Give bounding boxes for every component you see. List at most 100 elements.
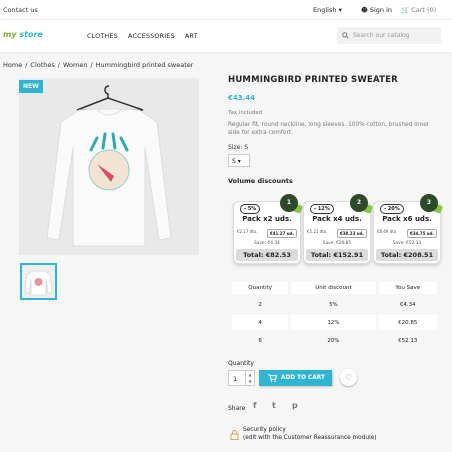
pack-unit-price: €34.75 ud. xyxy=(406,229,437,238)
nav-item-clothes[interactable]: CLOTHES xyxy=(87,32,118,40)
language-label: English xyxy=(313,6,337,14)
pack-old-unit: €2.17 dto. xyxy=(237,229,258,234)
cart-icon xyxy=(268,374,277,382)
nav-item-art[interactable]: ART xyxy=(185,32,198,40)
facebook-icon[interactable]: f xyxy=(253,401,256,410)
size-select[interactable]: S ▾ xyxy=(228,154,250,167)
volume-discounts-heading: Volume discounts xyxy=(228,177,293,185)
twitter-icon[interactable]: t xyxy=(272,401,276,410)
breadcrumb-women[interactable]: Women xyxy=(63,61,87,69)
nav-item-accessories[interactable]: ACCESSORIES xyxy=(128,32,175,40)
column-header: Quantity xyxy=(228,279,292,297)
breadcrumb-home[interactable]: Home xyxy=(3,61,22,69)
language-selector[interactable]: English ▾ xyxy=(313,6,342,14)
pack-card[interactable]: - 20% 3 Pack x6 uds. €8.69 dto. €34.75 ud… xyxy=(373,194,444,264)
pack-save: Save: €20.85 xyxy=(322,241,352,246)
wishlist-button[interactable]: ♡ xyxy=(340,369,357,386)
contact-link[interactable]: Contact us xyxy=(3,6,38,14)
table-cell: 20% xyxy=(288,330,379,351)
table-cell: €4.34 xyxy=(375,294,441,315)
product-price: €43.44 xyxy=(228,94,256,102)
column-header: You Save xyxy=(375,279,441,297)
pack-title: Pack x4 uds. xyxy=(312,215,362,223)
money-bag-icon: 3 xyxy=(420,194,438,212)
product-title: HUMMINGBIRD PRINTED SWEATER xyxy=(228,75,398,85)
quantity-value: 1 xyxy=(233,375,238,383)
logo[interactable]: my store xyxy=(3,30,43,39)
pack-units: €2.17 dto. €41.27 ud. xyxy=(237,229,297,238)
caret-down-icon: ▾ xyxy=(338,6,342,14)
breadcrumb: Home / Clothes / Women / Hummingbird printed s… xyxy=(3,61,194,69)
add-to-cart-button[interactable]: ADD TO CART xyxy=(259,370,332,386)
money-bag-icon: 1 xyxy=(280,194,298,212)
pack-total: Total: €208.51 xyxy=(376,249,438,261)
thumbnail-image xyxy=(24,270,53,296)
pack-save: Save: €4.34 xyxy=(254,241,280,246)
pack-discount: - 12% xyxy=(310,204,334,214)
table-cell: 12% xyxy=(288,312,379,333)
chevron-down-icon[interactable]: ▼ xyxy=(246,378,254,385)
column-header: Unit discount xyxy=(288,279,379,297)
product-description: Regular fit, round neckline, long sleeve… xyxy=(228,122,430,136)
stepper-arrows[interactable]: ▲ ▼ xyxy=(245,371,254,385)
heart-icon: ♡ xyxy=(344,373,353,382)
share-label: Share xyxy=(228,405,246,412)
pack-units: €8.69 dto. €34.75 ud. xyxy=(377,229,437,238)
table-cell: 2 xyxy=(228,294,292,315)
pack-total: Total: €82.53 xyxy=(236,249,298,261)
table-cell: 6 xyxy=(228,330,292,351)
money-bag-icon: 2 xyxy=(350,194,368,212)
pack-units: €5.21 dto. €38.23 ud. xyxy=(307,229,367,238)
reassurance-title: Security policy xyxy=(243,427,286,433)
search-input[interactable]: Search our catalog xyxy=(337,27,441,44)
search-placeholder: Search our catalog xyxy=(353,32,410,39)
pack-total: Total: €152.91 xyxy=(306,249,368,261)
table-cell: 4 xyxy=(228,312,292,333)
reassurance-note: (edit with the Customer Reassurance modu… xyxy=(243,434,377,441)
pack-card[interactable]: - 5% 1 Pack x2 uds. €2.17 dto. €41.27 ud.… xyxy=(233,194,304,264)
table-row: 2 5% €4.34 xyxy=(228,294,441,315)
quantity-stepper[interactable]: 1 ▲ ▼ xyxy=(228,370,255,386)
breadcrumb-current: Hummingbird printed sweater xyxy=(95,61,194,69)
pinterest-icon[interactable]: p xyxy=(292,401,298,410)
cart-label: Cart (0) xyxy=(411,6,437,14)
caret-down-icon: ▾ xyxy=(237,158,241,165)
size-label: Size: S xyxy=(228,144,249,151)
table-row: 6 20% €52.13 xyxy=(228,330,441,351)
tax-label: Tax included xyxy=(228,110,263,116)
product-image[interactable] xyxy=(19,78,199,255)
pack-title: Pack x2 uds. xyxy=(242,215,292,223)
lock-icon xyxy=(230,430,239,440)
cart-link[interactable]: 🛒 Cart (0) xyxy=(401,6,436,14)
sweater-image xyxy=(46,85,172,247)
table-cell: €20.85 xyxy=(375,312,441,333)
size-value: S xyxy=(232,158,236,165)
quantity-label: Quantity xyxy=(228,360,254,367)
cart-icon: 🛒 xyxy=(401,6,410,14)
new-badge: NEW xyxy=(19,80,43,93)
pack-unit-price: €38.23 ud. xyxy=(336,229,367,238)
thumbnail[interactable] xyxy=(20,263,57,300)
table-row: 4 12% €20.85 xyxy=(228,312,441,333)
discount-table: Quantity Unit discount You Save 2 5% €4.… xyxy=(228,279,441,351)
main-nav: CLOTHES ACCESSORIES ART xyxy=(87,32,206,40)
top-bar: Contact us English ▾ ☻ Sign in 🛒 Cart (0… xyxy=(0,0,452,20)
table-cell: €52.13 xyxy=(375,330,441,351)
pack-discount: - 20% xyxy=(380,204,404,214)
signin-label: Sign in xyxy=(369,6,393,14)
breadcrumb-clothes[interactable]: Clothes xyxy=(30,61,54,69)
pack-old-unit: €8.69 dto. xyxy=(377,229,398,234)
pack-save: Save: €52.13 xyxy=(392,241,422,246)
logo-store: store xyxy=(19,30,43,39)
chevron-up-icon[interactable]: ▲ xyxy=(246,371,254,378)
pack-title: Pack x6 uds. xyxy=(382,215,432,223)
table-cell: 5% xyxy=(288,294,379,315)
signin-link[interactable]: ☻ Sign in xyxy=(361,6,392,14)
table-header-row: Quantity Unit discount You Save xyxy=(228,279,441,297)
pack-card[interactable]: - 12% 2 Pack x4 uds. €5.21 dto. €38.23 ud… xyxy=(303,194,374,264)
logo-my: my xyxy=(3,30,17,39)
header: my store CLOTHES ACCESSORIES ART Search … xyxy=(0,20,452,52)
add-to-cart-label: ADD TO CART xyxy=(281,375,325,381)
pack-discount: - 5% xyxy=(240,204,261,214)
user-icon: ☻ xyxy=(361,6,368,14)
